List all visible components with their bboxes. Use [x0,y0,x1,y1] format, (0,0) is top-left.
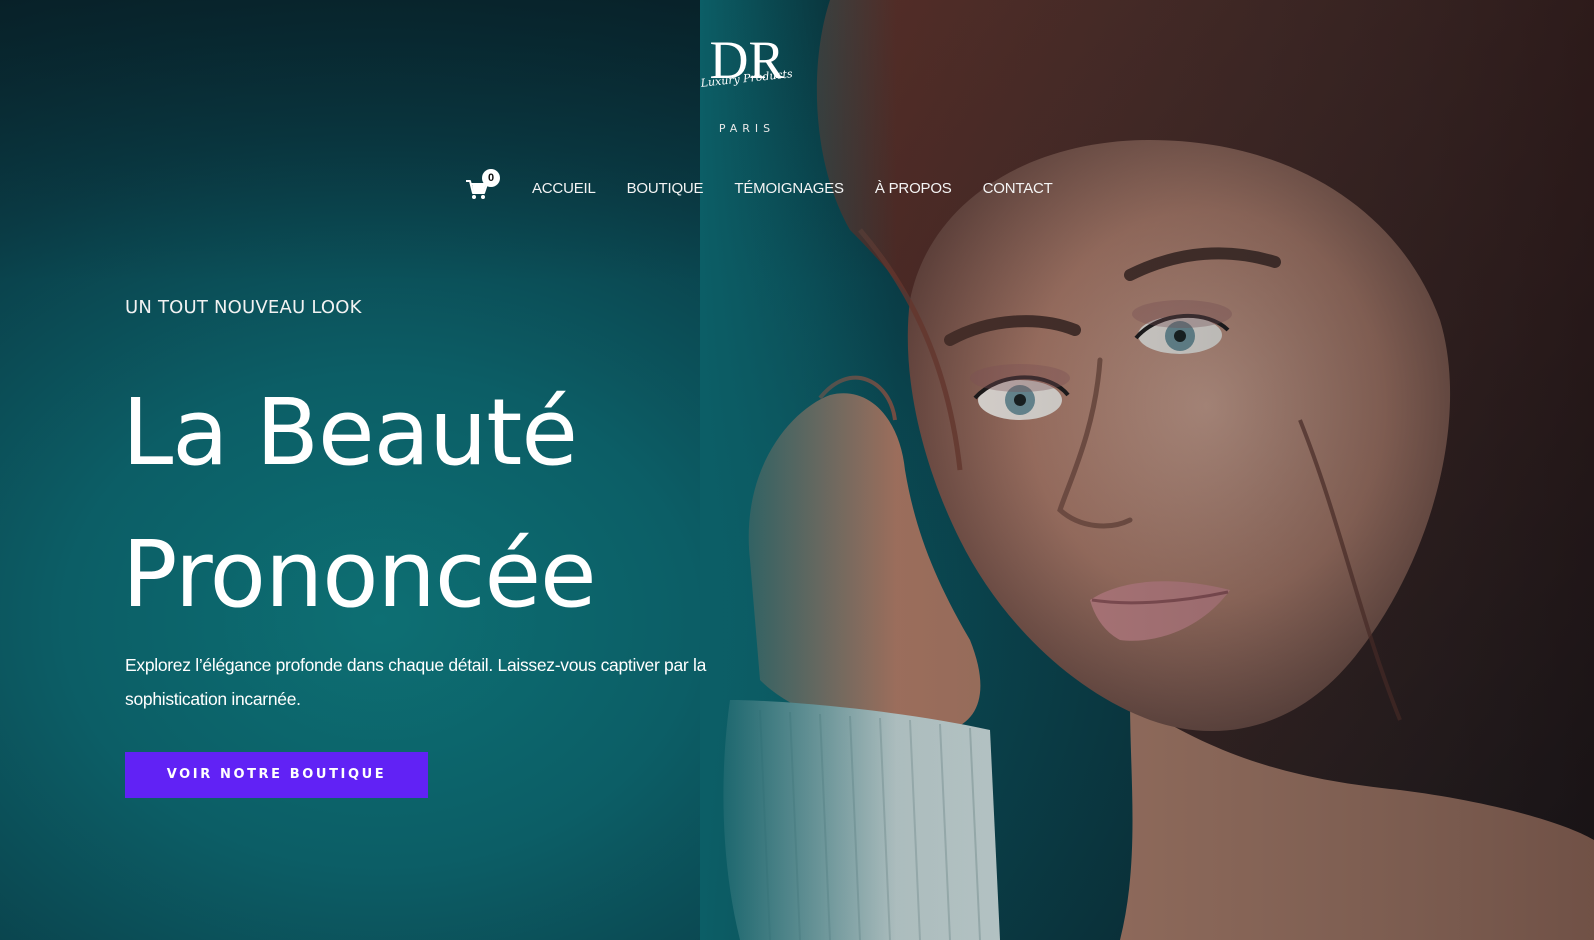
cart-button[interactable]: 0 [466,169,500,199]
logo-city: PARIS [719,122,775,135]
hero-headline: La Beauté Prononcée [122,362,597,646]
hero-section: DR Luxury Products PARIS 0 ACCUEIL BOUTI… [0,0,1594,940]
shop-cta-button[interactable]: VOIR NOTRE BOUTIQUE [125,752,428,798]
hero-description: Explorez l’élégance profonde dans chaque… [125,655,707,709]
main-navigation: 0 ACCUEIL BOUTIQUE TÉMOIGNAGES À PROPOS … [466,168,1053,208]
cart-count-badge: 0 [482,169,500,187]
nav-link-accueil[interactable]: ACCUEIL [532,180,596,197]
nav-link-contact[interactable]: CONTACT [983,180,1053,197]
nav-link-temoignages[interactable]: TÉMOIGNAGES [734,180,844,197]
brand-logo[interactable]: DR Luxury Products PARIS [697,26,797,138]
hero-headline-line-2: Prononcée [122,521,597,628]
nav-link-boutique[interactable]: BOUTIQUE [627,180,704,197]
nav-link-a-propos[interactable]: À PROPOS [875,180,952,197]
hero-eyebrow: UN TOUT NOUVEAU LOOK [125,297,362,318]
hero-portrait-image [700,0,1594,940]
hero-headline-line-1: La Beauté [122,379,578,486]
